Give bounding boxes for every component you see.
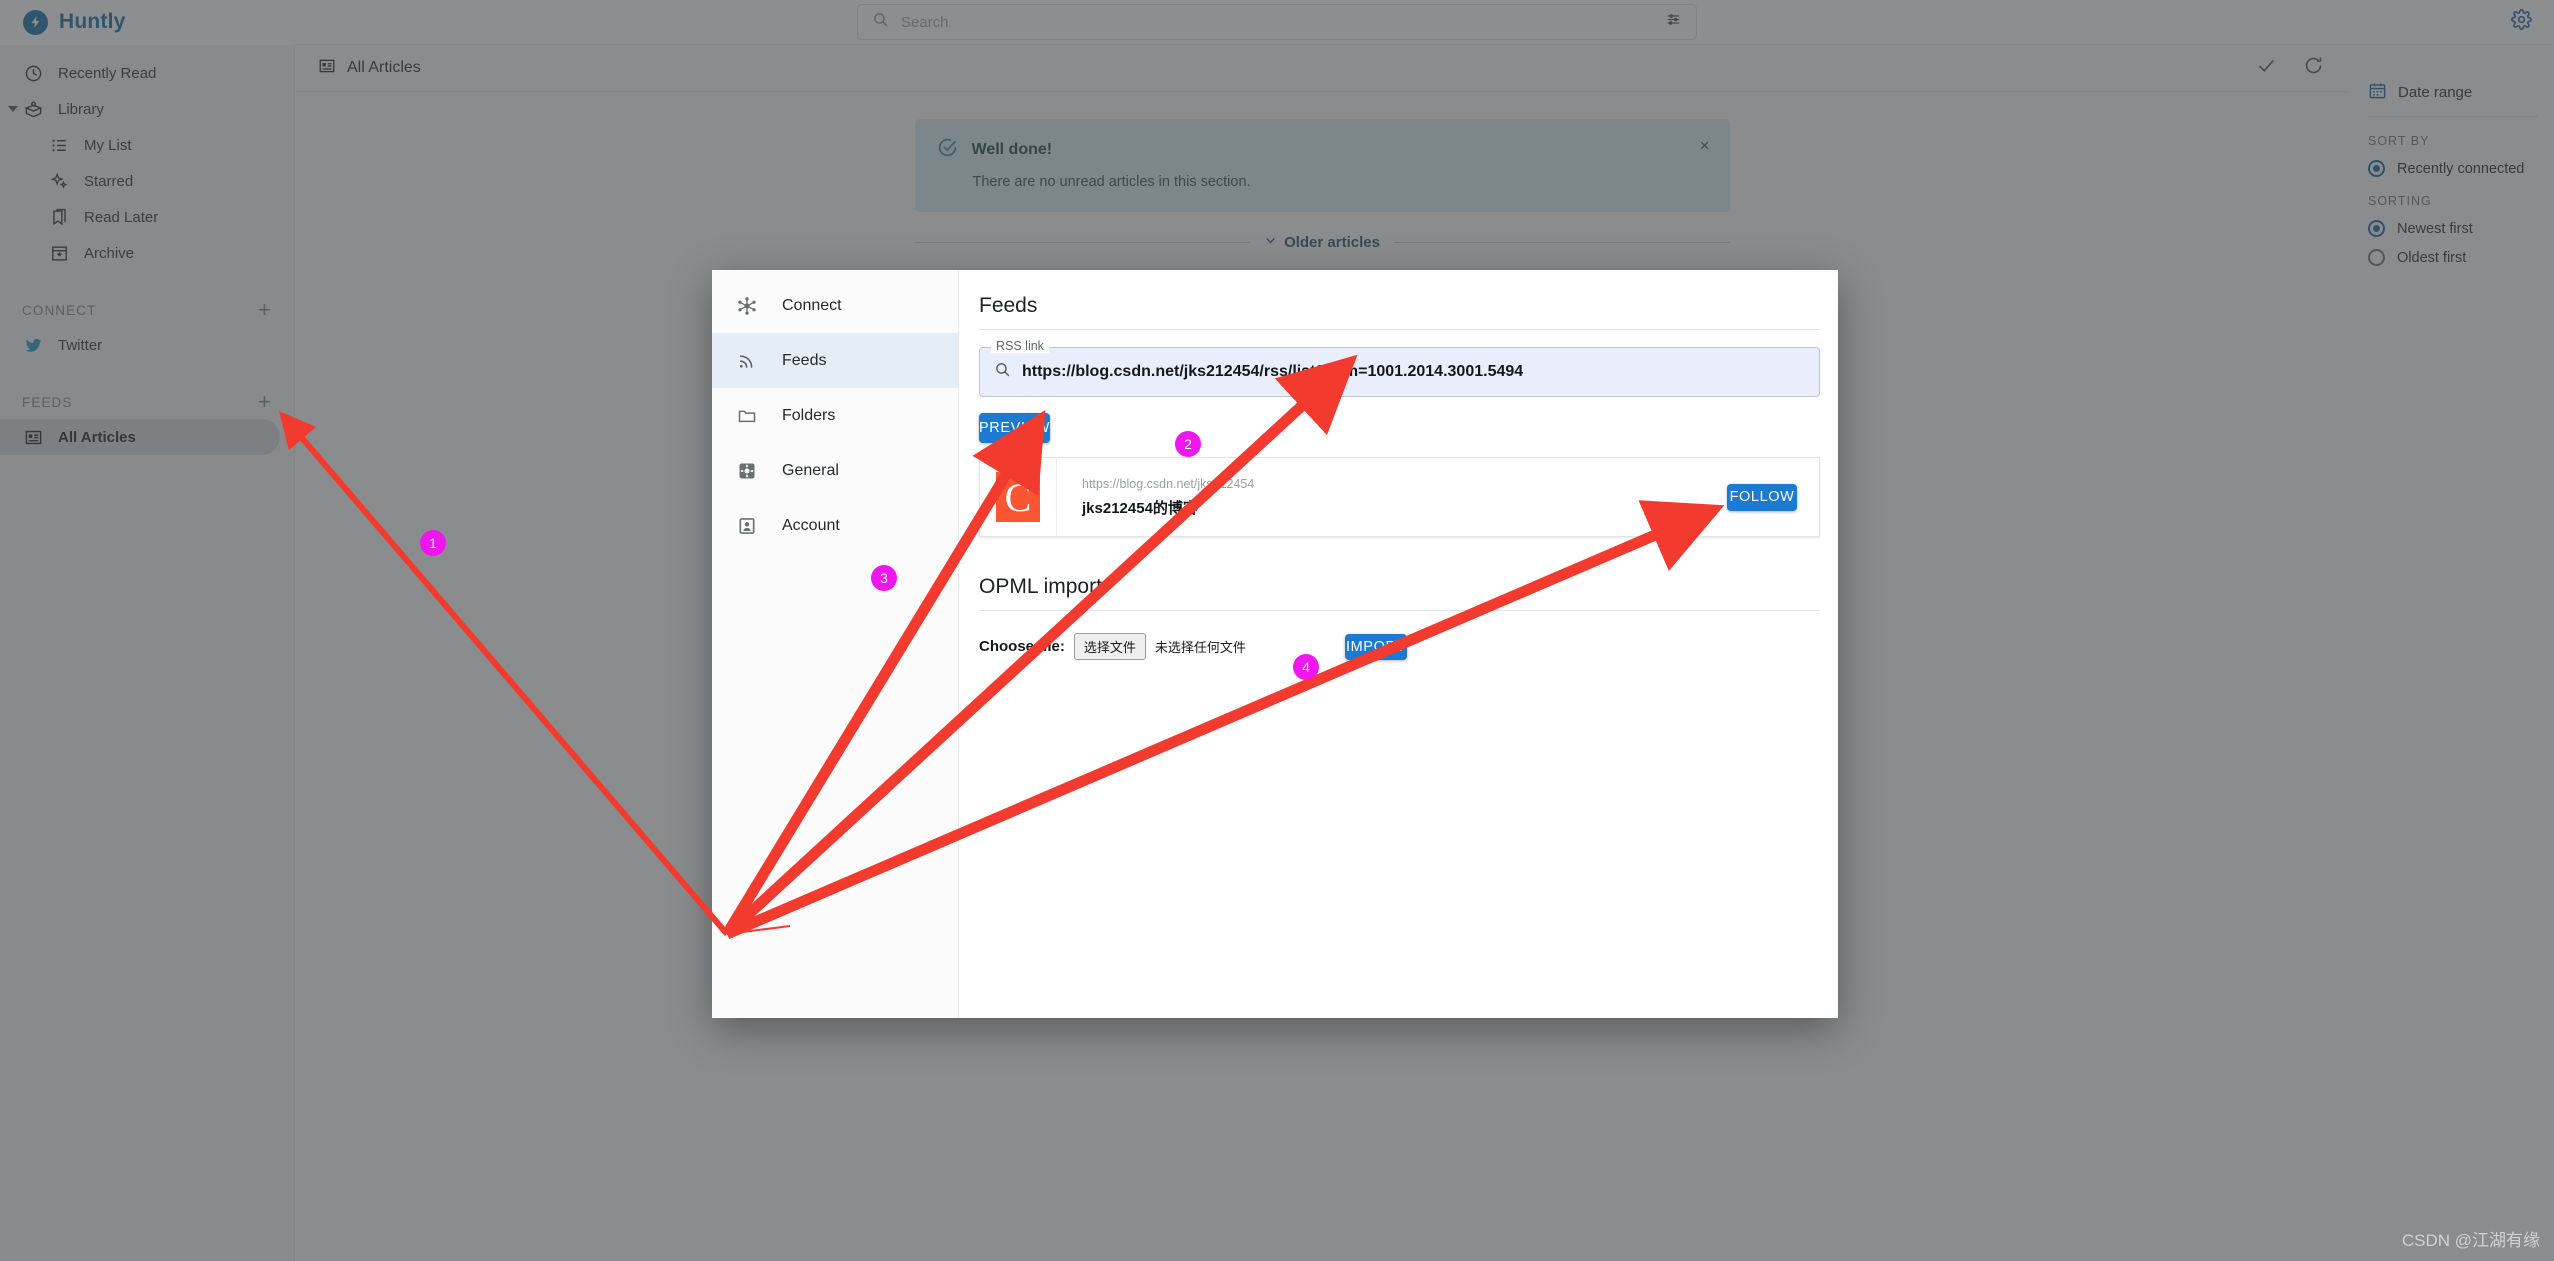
opml-section-rule	[979, 610, 1820, 611]
feed-name: jks212454的博客	[1082, 499, 1198, 517]
modal-nav-item-account[interactable]: Account	[712, 498, 958, 553]
opml-section-title: OPML import	[979, 575, 1102, 598]
person-icon	[736, 516, 758, 536]
no-file-selected-label: 未选择任何文件	[1154, 640, 1246, 655]
search-icon	[994, 361, 1011, 383]
folder-icon	[736, 406, 758, 426]
modal-nav-item-connect[interactable]: Connect	[712, 278, 958, 333]
screen: Huntly Search	[0, 0, 2554, 1261]
modal-nav-item-general[interactable]: General	[712, 443, 958, 498]
modal-body: Feeds RSS link https://blog.csdn.net/jks…	[959, 270, 1838, 1018]
modal-nav-label: Feeds	[782, 351, 827, 369]
modal-nav-item-folders[interactable]: Folders	[712, 388, 958, 443]
hub-icon	[736, 296, 758, 316]
feed-url: https://blog.csdn.net/jks212454	[1082, 476, 1255, 491]
feed-info: https://blog.csdn.net/jks212454 jks21245…	[1057, 477, 1727, 518]
feeds-section-title: Feeds	[979, 294, 1038, 317]
watermark: CSDN @江湖有缘	[2401, 1231, 2540, 1250]
rss-icon	[736, 351, 758, 371]
modal-nav-label: Folders	[782, 406, 836, 424]
gear-icon	[736, 461, 758, 481]
opml-file-row: Choose file: 选择文件 未选择任何文件 IMPORT	[979, 633, 1820, 660]
rss-link-legend: RSS link	[991, 339, 1049, 353]
rss-link-value: https://blog.csdn.net/jks212454/rss/list…	[1022, 363, 1524, 380]
follow-button[interactable]: FOLLOW	[1727, 483, 1797, 511]
modal-nav: Connect Feeds Folders General Account	[712, 270, 959, 1018]
choose-file-label: Choose file:	[979, 638, 1065, 655]
feed-preview-card: C https://blog.csdn.net/jks212454 jks212…	[979, 457, 1820, 537]
preview-button[interactable]: PREVIEW	[979, 413, 1050, 443]
import-button[interactable]: IMPORT	[1344, 633, 1407, 660]
modal-nav-item-feeds[interactable]: Feeds	[712, 333, 958, 388]
modal-nav-label: Connect	[782, 296, 842, 314]
rss-link-input[interactable]: RSS link https://blog.csdn.net/jks212454…	[979, 339, 1820, 397]
feed-thumbnail: C	[980, 458, 1057, 536]
choose-file-button[interactable]: 选择文件	[1073, 633, 1146, 660]
feeds-section-rule	[979, 329, 1820, 330]
modal-nav-label: General	[782, 461, 839, 479]
modal-nav-label: Account	[782, 516, 840, 534]
settings-modal: Connect Feeds Folders General Account Fe…	[712, 270, 1838, 1018]
csdn-logo-icon: C	[996, 472, 1040, 522]
